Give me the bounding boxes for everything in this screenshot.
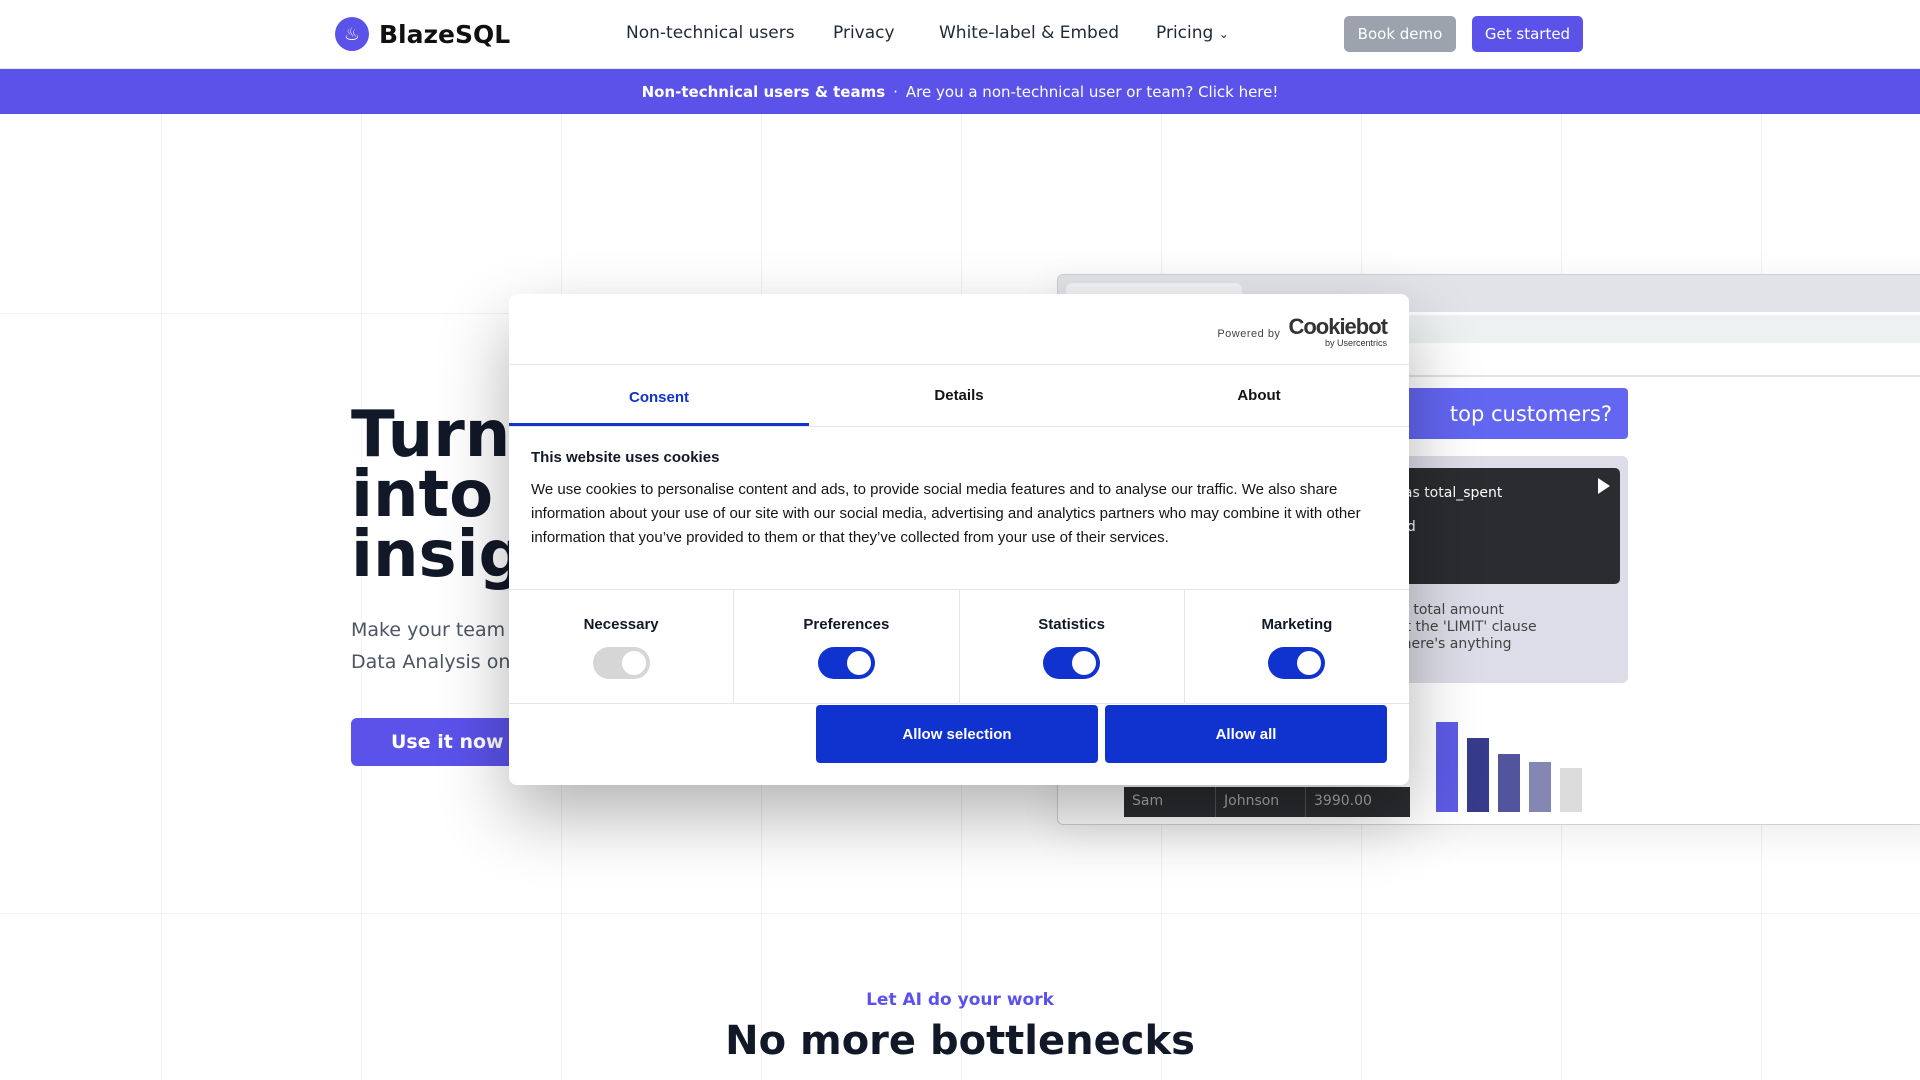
powered-by-label: Powered by bbox=[1217, 328, 1281, 340]
necessary-toggle bbox=[592, 647, 650, 679]
chart-bar bbox=[1436, 722, 1458, 812]
banner-link[interactable]: Are you a non-technical user or team? Cl… bbox=[906, 83, 1278, 101]
category-marketing: Marketing bbox=[1185, 590, 1409, 703]
cookiebot-logo[interactable]: Powered by Cookiebot by Usercentrics bbox=[1217, 314, 1388, 349]
category-label: Statistics bbox=[1038, 616, 1105, 633]
table-cell: Johnson bbox=[1216, 787, 1306, 817]
chevron-down-icon: ⌄ bbox=[1218, 27, 1229, 41]
top-nav: ♨ BlazeSQL Non-technical users Privacy W… bbox=[0, 0, 1920, 69]
chart-bar bbox=[1498, 754, 1520, 812]
category-necessary: Necessary bbox=[509, 590, 735, 703]
tab-consent[interactable]: Consent bbox=[509, 365, 809, 426]
dialog-title: This website uses cookies bbox=[531, 449, 720, 466]
use-it-now-button[interactable]: Use it now bbox=[351, 718, 521, 766]
logo[interactable]: ♨ BlazeSQL bbox=[335, 17, 510, 51]
dialog-actions: Allow selection Allow all bbox=[816, 705, 1387, 763]
chart-bar bbox=[1467, 738, 1489, 812]
preferences-toggle[interactable] bbox=[817, 647, 875, 679]
tab-details[interactable]: Details bbox=[809, 365, 1109, 426]
marketing-toggle[interactable] bbox=[1268, 647, 1326, 679]
banner-separator: · bbox=[893, 82, 898, 101]
table-cell: 3990.00 bbox=[1314, 793, 1372, 809]
result-table-row: Sam Johnson 3990.00 bbox=[1124, 787, 1410, 817]
section-title: No more bottlenecks bbox=[725, 1018, 1195, 1064]
cookiebot-brand: Cookiebot bbox=[1288, 314, 1388, 339]
dialog-body: This website uses cookies We use cookies… bbox=[509, 427, 1409, 577]
nav-white-label[interactable]: White-label & Embed bbox=[939, 23, 1119, 43]
cookiebot-sub: by Usercentrics bbox=[1324, 338, 1387, 348]
allow-all-button[interactable]: Allow all bbox=[1105, 705, 1387, 763]
statistics-toggle[interactable] bbox=[1043, 647, 1101, 679]
announcement-banner[interactable]: Non-technical users & teams · Are you a … bbox=[0, 69, 1920, 114]
cookie-consent-dialog: Powered by Cookiebot by Usercentrics Cons… bbox=[509, 294, 1409, 785]
brand-name: BlazeSQL bbox=[379, 19, 511, 49]
nav-privacy[interactable]: Privacy bbox=[833, 23, 895, 43]
nav-pricing[interactable]: Pricing ⌄ bbox=[1156, 23, 1229, 43]
chart-bar bbox=[1529, 761, 1551, 812]
table-cell: Sam bbox=[1124, 787, 1216, 817]
nav-non-technical-users[interactable]: Non-technical users bbox=[626, 23, 795, 43]
get-started-button[interactable]: Get started bbox=[1472, 16, 1583, 52]
book-demo-button[interactable]: Book demo bbox=[1344, 16, 1456, 52]
category-label: Preferences bbox=[803, 616, 890, 633]
allow-selection-button[interactable]: Allow selection bbox=[816, 705, 1098, 763]
category-statistics: Statistics bbox=[960, 590, 1185, 703]
dialog-description: We use cookies to personalise content an… bbox=[531, 481, 1361, 546]
play-icon[interactable] bbox=[1598, 478, 1610, 494]
dialog-tabs: Consent Details About bbox=[509, 365, 1409, 427]
grid-line bbox=[0, 913, 1920, 914]
flame-icon: ♨ bbox=[335, 17, 369, 51]
tab-about[interactable]: About bbox=[1109, 365, 1409, 426]
chart-bar bbox=[1560, 767, 1582, 812]
cookie-categories: Necessary Preferences Statistics Marketi… bbox=[509, 589, 1409, 704]
banner-title: Non-technical users & teams bbox=[641, 82, 886, 101]
category-preferences: Preferences bbox=[734, 590, 960, 703]
hero-subtitle-line: Make your team r bbox=[351, 619, 519, 641]
category-label: Marketing bbox=[1261, 616, 1333, 633]
pricing-label: Pricing bbox=[1156, 23, 1214, 43]
hero-subtitle: Make your team r Data Analysis on bbox=[351, 614, 519, 678]
section-eyebrow: Let AI do your work bbox=[866, 990, 1054, 1010]
hero-subtitle-line: Data Analysis on bbox=[351, 651, 511, 673]
dialog-header: Powered by Cookiebot by Usercentrics bbox=[509, 294, 1409, 365]
category-label: Necessary bbox=[583, 616, 659, 633]
